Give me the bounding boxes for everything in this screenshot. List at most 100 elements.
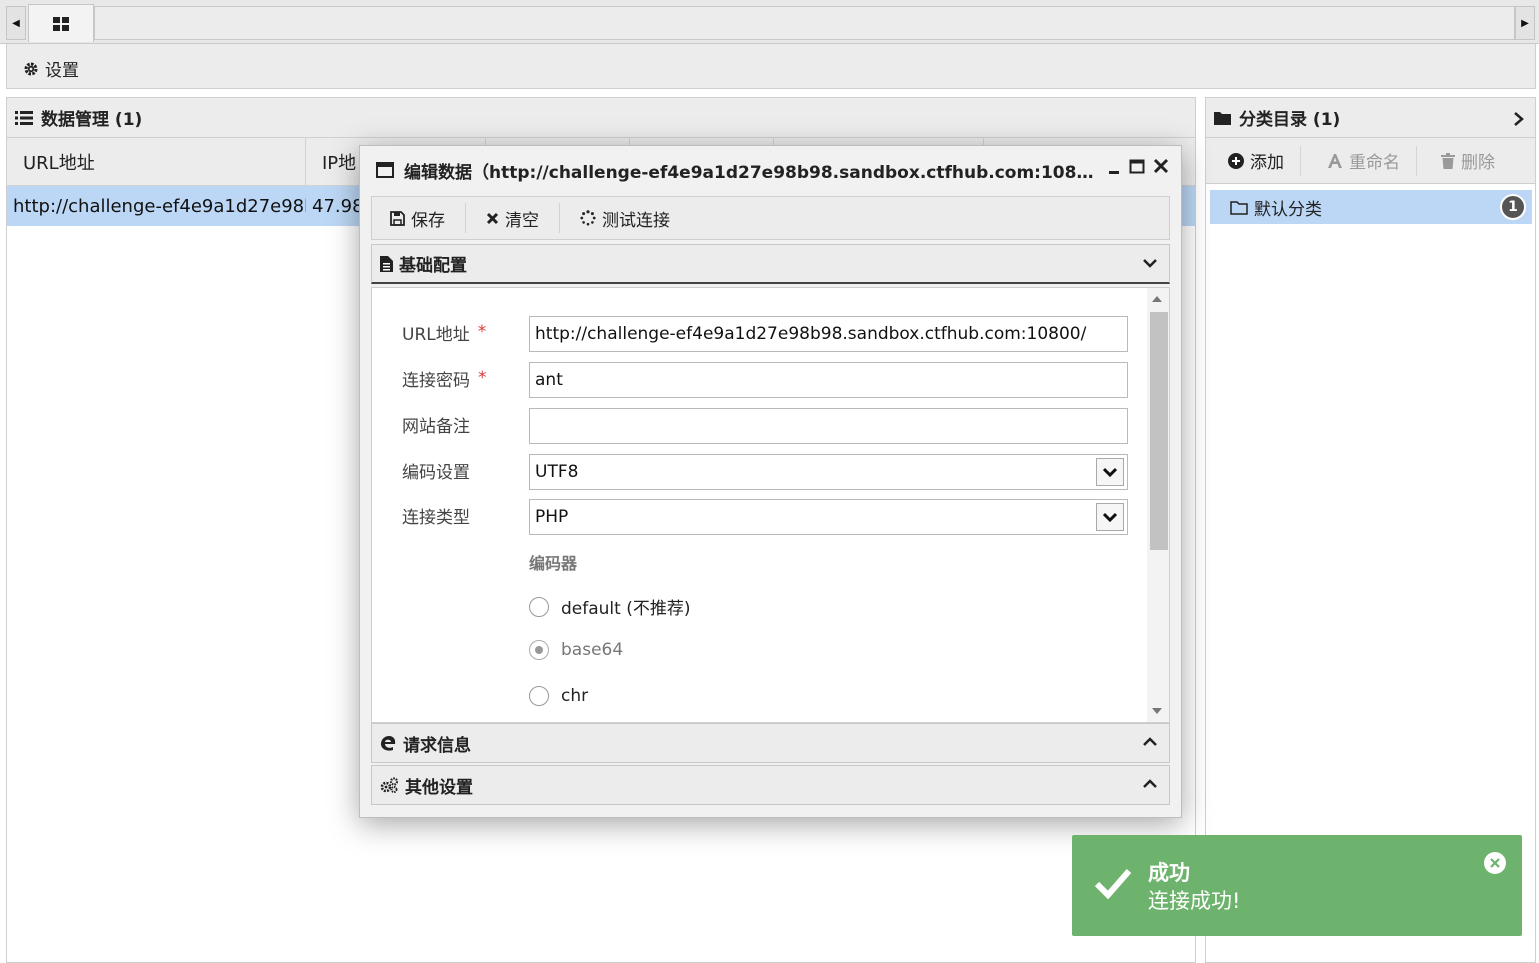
gear-icon	[24, 62, 38, 75]
password-field-label: 连接密码 *	[402, 360, 487, 396]
toast-message: 连接成功!	[1148, 889, 1241, 913]
minimize-icon[interactable]	[1107, 158, 1121, 174]
column-header-url[interactable]: URL地址	[7, 138, 306, 186]
chevron-down-icon	[1103, 467, 1117, 478]
encoder-label: chr	[561, 686, 589, 706]
encoder-section-label: 编码器	[529, 554, 578, 573]
category-label: 默认分类	[1254, 199, 1322, 220]
delete-category-button[interactable]: 删除	[1417, 146, 1511, 176]
required-mark: *	[477, 322, 487, 342]
window-icon	[376, 162, 394, 178]
trash-icon	[1441, 152, 1455, 169]
category-panel-title: 分类目录 (1)	[1239, 110, 1341, 130]
chevron-down-icon	[1143, 259, 1157, 268]
scroll-down-arrow[interactable]	[1152, 708, 1162, 714]
encoding-dropdown-button[interactable]	[1096, 458, 1124, 486]
file-text-icon	[380, 255, 393, 272]
section-other-settings[interactable]: 其他设置	[371, 765, 1170, 805]
tab-home[interactable]	[28, 4, 94, 42]
form-scrollbar[interactable]	[1147, 288, 1169, 722]
save-label: 保存	[411, 210, 445, 231]
tab-bar: ◀ ▶	[0, 0, 1539, 44]
encoding-select[interactable]: UTF8	[529, 454, 1128, 490]
encoder-option-base64[interactable]: base64	[529, 640, 623, 660]
url-input[interactable]: http://challenge-ef4e9a1d27e98b98.sandbo…	[529, 316, 1128, 352]
tab-strip	[94, 6, 1515, 40]
section-basic-config[interactable]: 基础配置	[371, 244, 1170, 284]
folder-open-icon	[1230, 200, 1248, 215]
add-label: 添加	[1250, 153, 1284, 173]
connection-type-value: PHP	[535, 507, 569, 527]
basic-config-form: URL地址 * http://challenge-ef4e9a1d27e98b9…	[371, 287, 1170, 723]
note-label: 网站备注	[402, 416, 470, 437]
tab-scroll-right-button[interactable]: ▶	[1515, 6, 1535, 40]
data-panel-header: 数据管理 (1)	[7, 98, 1195, 138]
type-label: 连接类型	[402, 507, 470, 528]
rename-label: 重命名	[1349, 153, 1400, 173]
encoder-label: base64	[561, 640, 624, 660]
maximize-icon[interactable]	[1129, 158, 1145, 174]
close-icon[interactable]	[1153, 158, 1169, 174]
test-connection-label: 测试连接	[602, 210, 670, 231]
url-label: URL地址	[402, 324, 470, 345]
toast-close-button[interactable]	[1484, 852, 1506, 874]
scroll-thumb[interactable]	[1150, 312, 1168, 550]
radio-default[interactable]	[529, 596, 549, 617]
delete-label: 删除	[1461, 153, 1495, 173]
clear-button[interactable]: 清空	[466, 203, 560, 233]
chevron-up-icon	[1143, 779, 1157, 788]
chevron-right-icon[interactable]	[1513, 111, 1525, 127]
section-other-label: 其他设置	[405, 777, 473, 798]
chevron-down-icon	[1103, 512, 1117, 523]
category-item-default[interactable]: 默认分类 1	[1210, 190, 1532, 224]
font-icon	[1328, 153, 1342, 168]
tab-scroll-left-button[interactable]: ◀	[6, 6, 26, 40]
required-mark: *	[478, 368, 487, 388]
category-toolbar: 添加 重命名 删除	[1206, 138, 1535, 184]
plus-circle-icon	[1228, 152, 1244, 169]
section-basic-label: 基础配置	[399, 256, 467, 276]
password-input[interactable]: ant	[529, 362, 1128, 398]
save-button[interactable]: 保存	[372, 203, 466, 233]
settings-button[interactable]: 设置	[23, 56, 79, 81]
clear-label: 清空	[505, 210, 539, 231]
encoder-option-default[interactable]: default (不推荐)	[529, 594, 690, 619]
url-field-label: URL地址 *	[402, 314, 486, 350]
radio-base64[interactable]	[529, 640, 549, 660]
encoder-option-chr[interactable]: chr	[529, 686, 588, 706]
dialog-window-controls	[1107, 158, 1169, 174]
gears-icon	[380, 777, 399, 793]
category-panel: 分类目录 (1) 添加 重命名 删除 默认分类 1	[1205, 97, 1536, 963]
type-dropdown-button[interactable]	[1096, 503, 1124, 531]
cell-url: http://challenge-ef4e9a1d27e98b9	[13, 195, 306, 217]
note-input[interactable]	[529, 408, 1128, 444]
encoding-label: 编码设置	[402, 462, 470, 483]
grid-icon	[53, 16, 69, 31]
spinner-icon	[580, 210, 596, 226]
connection-type-select[interactable]: PHP	[529, 499, 1128, 535]
check-icon	[1094, 869, 1132, 899]
radio-chr[interactable]	[529, 686, 549, 706]
toast-title: 成功	[1148, 861, 1190, 885]
section-request-label: 请求信息	[403, 735, 471, 756]
close-icon	[1490, 858, 1500, 868]
dialog-title: 编辑数据（http://challenge-ef4e9a1d27e98b98.s…	[404, 162, 1094, 183]
edit-data-dialog: 编辑数据（http://challenge-ef4e9a1d27e98b98.s…	[359, 145, 1182, 818]
category-count-badge: 1	[1500, 194, 1526, 220]
section-request-info[interactable]: 请求信息	[371, 723, 1170, 763]
data-panel-title: 数据管理 (1)	[41, 110, 143, 130]
settings-bar: 设置	[6, 44, 1536, 89]
dialog-toolbar: 保存 清空 测试连接	[371, 196, 1170, 240]
list-icon	[15, 110, 33, 125]
dialog-titlebar[interactable]: 编辑数据（http://challenge-ef4e9a1d27e98b98.s…	[360, 146, 1181, 194]
encoding-value: UTF8	[535, 462, 579, 482]
encoder-label: default (不推荐)	[561, 599, 691, 619]
folder-icon	[1214, 111, 1231, 125]
test-connection-button[interactable]: 测试连接	[560, 203, 690, 233]
rename-category-button[interactable]: 重命名	[1301, 145, 1417, 176]
times-icon	[486, 212, 499, 224]
scroll-up-arrow[interactable]	[1152, 296, 1162, 302]
add-category-button[interactable]: 添加	[1206, 145, 1301, 176]
category-panel-header: 分类目录 (1)	[1206, 98, 1535, 138]
save-icon	[390, 210, 405, 226]
